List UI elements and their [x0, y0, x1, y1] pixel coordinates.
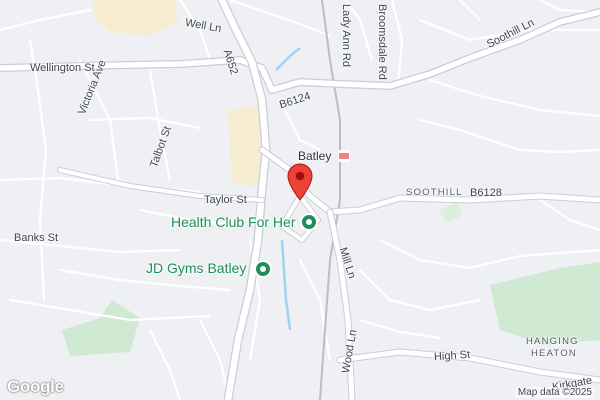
park-area [490, 262, 600, 345]
place-label-soothill: SOOTHILL [406, 187, 463, 198]
rail-station-icon [338, 150, 350, 162]
street-label-lady-ann-rd: Lady Ann Rd [340, 4, 352, 67]
railway [319, 0, 341, 400]
poi-label-health-club-for-her[interactable]: Health Club For Her [171, 214, 296, 230]
street-label-taylor-st: Taylor St [204, 194, 247, 206]
park-area [62, 300, 140, 356]
map-attribution[interactable]: Map data ©2025 [515, 387, 594, 398]
street-label-high-st: High St [433, 348, 471, 364]
place-label-hanging: HANGING [526, 336, 579, 347]
commercial-area [92, 0, 178, 36]
place-label-batley: Batley [298, 149, 332, 163]
street-label-broomsdale-rd: Broomsdale Rd [376, 4, 388, 80]
street-label-banks-st: Banks St [14, 232, 59, 244]
street-label-wellington-st: Wellington St [30, 62, 95, 74]
map-canvas[interactable]: Well Ln Wellington St Victoria Ave Talbo… [0, 0, 600, 400]
red-location-pin-icon[interactable] [287, 163, 313, 201]
poi-label-jd-gyms-batley[interactable]: JD Gyms Batley [146, 260, 246, 276]
fitness-pin-icon[interactable] [254, 260, 272, 278]
street-label-b6128: B6128 [470, 187, 502, 199]
park-area [438, 202, 462, 222]
google-logo: Google [7, 377, 64, 396]
commercial-area [228, 104, 262, 188]
place-label-heaton: HEATON [531, 348, 577, 359]
stream [275, 47, 301, 71]
fitness-pin-icon[interactable] [300, 213, 318, 231]
stream [280, 239, 292, 331]
